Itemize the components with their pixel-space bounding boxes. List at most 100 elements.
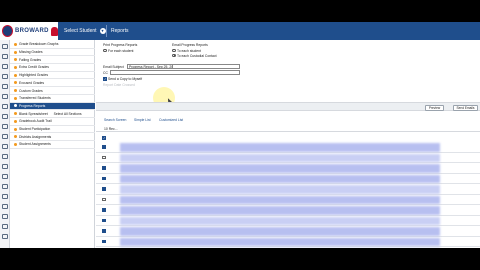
redacted-row-content xyxy=(120,143,440,152)
flag-icon[interactable] xyxy=(2,214,8,219)
reports-menu: Grade Breakdown Graphs Missing Grades Fail… xyxy=(10,40,95,248)
select-student-label: Select Student xyxy=(64,28,97,34)
logout-icon[interactable] xyxy=(2,194,8,199)
row-checkbox[interactable] xyxy=(102,166,106,170)
menu-item[interactable]: Blank Spreadsheet Select All Sections xyxy=(10,110,95,118)
table-row[interactable] xyxy=(96,174,480,184)
table-row[interactable] xyxy=(96,184,480,195)
tab-customized-list[interactable]: Customized List xyxy=(159,118,183,122)
menu-item-secondary-label[interactable]: Select All Sections xyxy=(54,112,82,116)
clock-icon[interactable] xyxy=(2,204,8,209)
menu-item[interactable]: Excused Grades xyxy=(10,80,95,88)
email-each-student-label: To each student xyxy=(177,48,201,53)
email-each-student-radio[interactable] xyxy=(172,48,176,52)
table-row[interactable] xyxy=(96,205,480,216)
table-row[interactable] xyxy=(96,226,480,237)
menu-item[interactable]: Highlighted Grades xyxy=(10,72,95,80)
redacted-row-content xyxy=(120,216,440,225)
star-icon[interactable] xyxy=(2,164,8,169)
row-checkbox[interactable] xyxy=(102,197,106,201)
menu-item[interactable]: Failing Grades xyxy=(10,56,95,65)
row-checkbox[interactable] xyxy=(102,239,106,243)
menu-item[interactable]: Student Participation xyxy=(10,126,95,134)
redacted-row-content xyxy=(120,164,440,173)
menu-item-label: Transferred Students xyxy=(19,96,51,101)
list-icon[interactable] xyxy=(2,114,8,119)
redacted-row-content xyxy=(120,195,440,204)
menu-item[interactable]: Districts Assignments xyxy=(10,133,95,142)
bell-icon[interactable] xyxy=(2,224,8,229)
menu-item-label: Custom Grades xyxy=(19,88,43,93)
bullet-icon xyxy=(14,73,17,77)
email-section-heading: Email Progress Reports xyxy=(172,43,208,47)
chat-icon[interactable] xyxy=(2,234,8,239)
menu-item-label: Excused Grades xyxy=(19,80,45,85)
menu-item[interactable]: Gradebook Audit Trail xyxy=(10,118,95,126)
menu-item[interactable]: Extra Credit Grades xyxy=(10,64,95,72)
cc-input[interactable] xyxy=(110,70,240,75)
top-navigation-bar: BROWARD Select Student ▾ Reports xyxy=(0,22,480,40)
tab-search-screen[interactable]: Search Screen xyxy=(104,118,126,122)
results-header: 10 Rec... xyxy=(96,126,480,132)
redacted-row-content xyxy=(120,206,440,215)
send-emails-button[interactable]: Send Emails xyxy=(453,104,478,111)
folder-icon[interactable] xyxy=(2,154,8,159)
table-row[interactable] xyxy=(96,153,480,163)
home-icon[interactable] xyxy=(2,44,8,49)
row-checkbox[interactable] xyxy=(102,187,106,191)
mail-icon[interactable] xyxy=(2,84,8,89)
menu-item[interactable]: Custom Grades xyxy=(10,87,95,95)
row-checkbox[interactable] xyxy=(102,176,106,180)
gear-icon[interactable] xyxy=(2,144,8,149)
send-copy-label: Send a Copy to Myself xyxy=(108,77,143,81)
clipboard-icon[interactable] xyxy=(2,124,8,129)
menu-item-label: Student Assignments xyxy=(19,142,51,147)
menu-item-label: Progress Reports xyxy=(19,103,46,108)
row-checkbox[interactable] xyxy=(102,208,106,212)
menu-item[interactable]: Progress Reports xyxy=(10,102,95,111)
redacted-row-content xyxy=(120,153,440,162)
bullet-icon xyxy=(14,81,17,85)
table-row[interactable] xyxy=(96,216,480,226)
book-icon[interactable] xyxy=(2,134,8,139)
help-icon[interactable] xyxy=(2,184,8,189)
menu-item-label: Missing Grades xyxy=(19,50,43,55)
send-copy-checkbox[interactable]: ✓ xyxy=(103,77,107,81)
bullet-icon xyxy=(14,50,17,54)
email-custodial-contact-radio[interactable] xyxy=(172,53,176,57)
calendar-icon[interactable] xyxy=(2,64,8,69)
logo-text: BROWARD xyxy=(15,28,49,34)
row-checkbox[interactable] xyxy=(102,229,106,233)
row-checkbox[interactable] xyxy=(102,218,106,222)
table-row[interactable] xyxy=(96,247,480,248)
menu-item-label: Districts Assignments xyxy=(19,134,52,139)
menu-item[interactable]: Missing Grades xyxy=(10,49,95,57)
preview-button[interactable]: Preview xyxy=(425,104,444,111)
row-checkbox[interactable] xyxy=(102,155,106,159)
print-for-each-student-radio[interactable] xyxy=(103,48,107,52)
grid-icon[interactable] xyxy=(2,104,8,109)
chart-icon[interactable] xyxy=(2,74,8,79)
email-subject-extra-field[interactable] xyxy=(172,64,240,69)
print-icon[interactable] xyxy=(2,174,8,179)
menu-item[interactable]: Transferred Students xyxy=(10,95,95,103)
menu-item[interactable]: Student Assignments xyxy=(10,141,95,149)
row-checkbox[interactable] xyxy=(102,145,106,149)
menu-item-label: Blank Spreadsheet xyxy=(19,111,48,116)
redacted-row-content xyxy=(120,237,440,246)
document-icon[interactable] xyxy=(2,94,8,99)
table-row[interactable] xyxy=(96,237,480,247)
print-for-each-student-label: For each student xyxy=(108,48,134,53)
select-student-button[interactable]: Select Student ▾ xyxy=(64,22,106,40)
tab-simple-list[interactable]: Simple List xyxy=(134,118,151,122)
bullet-icon xyxy=(14,127,17,131)
table-row[interactable] xyxy=(96,163,480,174)
broward-logo[interactable]: BROWARD xyxy=(0,22,58,40)
report-content: Print Progress Reports For each student … xyxy=(96,40,480,248)
user-icon[interactable] xyxy=(2,54,8,59)
select-all-checkbox[interactable]: ✓ xyxy=(102,136,106,140)
menu-item[interactable]: Grade Breakdown Graphs xyxy=(10,41,95,49)
bullet-icon xyxy=(14,58,17,62)
table-row[interactable] xyxy=(96,142,480,153)
table-row[interactable] xyxy=(96,195,480,205)
